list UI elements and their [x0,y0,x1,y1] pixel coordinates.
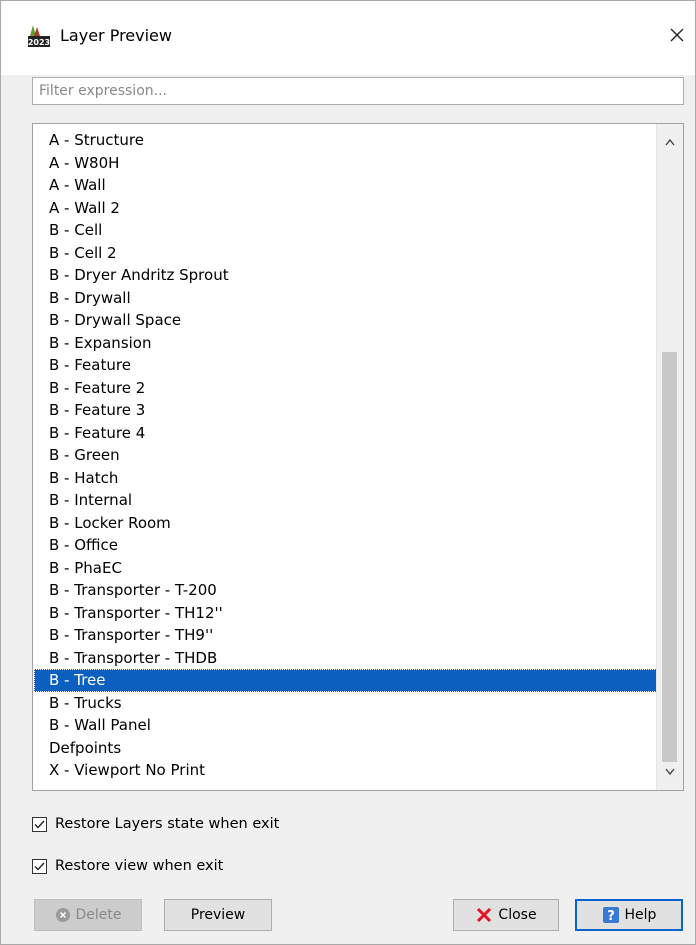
layer-list-item[interactable]: B - Feature 2 [34,377,657,400]
svg-text:?: ? [607,909,615,924]
filter-expression-input[interactable] [32,77,684,105]
layer-list-item[interactable]: B - Green [34,444,657,467]
restore-view-checkbox[interactable] [32,858,47,874]
restore-view-label: Restore view when exit [55,858,224,874]
scrollbar-thumb[interactable] [662,352,677,762]
layer-list-item[interactable]: B - Feature 4 [34,422,657,445]
window-title: Layer Preview [60,26,172,45]
layer-preview-dialog: 2023 Layer Preview A - StructureA - W80H… [0,0,696,945]
help-question-icon: ? [602,906,620,924]
restore-layers-label: Restore Layers state when exit [55,816,280,832]
svg-text:2023: 2023 [28,38,50,47]
layer-list-item[interactable]: B - Transporter - T-200 [34,579,657,602]
close-button[interactable]: Close [453,899,559,931]
layer-list-item[interactable]: B - PhaEC [34,557,657,580]
restore-layers-checkbox[interactable] [32,816,47,832]
layer-list-item[interactable]: B - Transporter - THDB [34,647,657,670]
layer-list-item[interactable]: B - Cell [34,219,657,242]
layer-list-item[interactable]: A - W80H [34,152,657,175]
close-window-icon[interactable] [665,23,689,47]
layer-list-items: A - Structure A - W80H A - Wall A - Wall 2B… [34,129,657,782]
delete-button[interactable]: Delete [34,899,142,931]
layer-list-item[interactable]: A - Wall [34,174,657,197]
layer-list-item[interactable]: B - Feature [34,354,657,377]
red-x-icon [475,906,493,924]
vertical-scrollbar[interactable] [656,124,683,790]
cancel-circle-icon [55,907,71,923]
layer-list-item[interactable]: B - Wall Panel [34,714,657,737]
layer-list-item[interactable]: B - Cell 2 [34,242,657,265]
layer-list-item[interactable]: B - Locker Room [34,512,657,535]
layer-list-item[interactable]: B - Drywall [34,287,657,310]
layer-list-item[interactable]: X - Viewport No Print [34,759,657,782]
layer-list-item[interactable]: B - Office [34,534,657,557]
layer-list-item[interactable]: B - Transporter - TH9'' [34,624,657,647]
delete-button-label: Delete [75,907,122,923]
layer-list-item[interactable]: B - Transporter - TH12'' [34,602,657,625]
layer-list-item[interactable]: A - Structure [34,129,657,152]
preview-button[interactable]: Preview [164,899,272,931]
layer-list-item[interactable]: A - Wall 2 [34,197,657,220]
scroll-down-icon[interactable] [657,762,683,782]
help-button-label: Help [624,907,657,923]
restore-layers-option[interactable]: Restore Layers state when exit [32,816,279,832]
layer-list-item[interactable]: Defpoints [34,737,657,760]
layer-list-item[interactable]: B - Hatch [34,467,657,490]
layer-list-item[interactable]: B - Expansion [34,332,657,355]
layer-list-item[interactable]: B - Tree [34,669,657,692]
title-bar: 2023 Layer Preview [1,1,695,75]
layer-list-item[interactable]: B - Drywall Space [34,309,657,332]
preview-button-label: Preview [190,907,246,923]
restore-view-option[interactable]: Restore view when exit [32,858,223,874]
layer-list-item[interactable]: B - Internal [34,489,657,512]
layer-list-item[interactable]: B - Trucks [34,692,657,715]
autocad-icon: 2023 [27,22,51,48]
layer-list-item[interactable]: B - Dryer Andritz Sprout [34,264,657,287]
layer-list[interactable]: A - Structure A - W80H A - Wall A - Wall 2B… [32,123,684,791]
close-button-label: Close [498,907,537,923]
layer-list-item[interactable]: B - Feature 3 [34,399,657,422]
scroll-up-icon[interactable] [657,132,683,152]
help-button[interactable]: ? Help [575,899,683,931]
